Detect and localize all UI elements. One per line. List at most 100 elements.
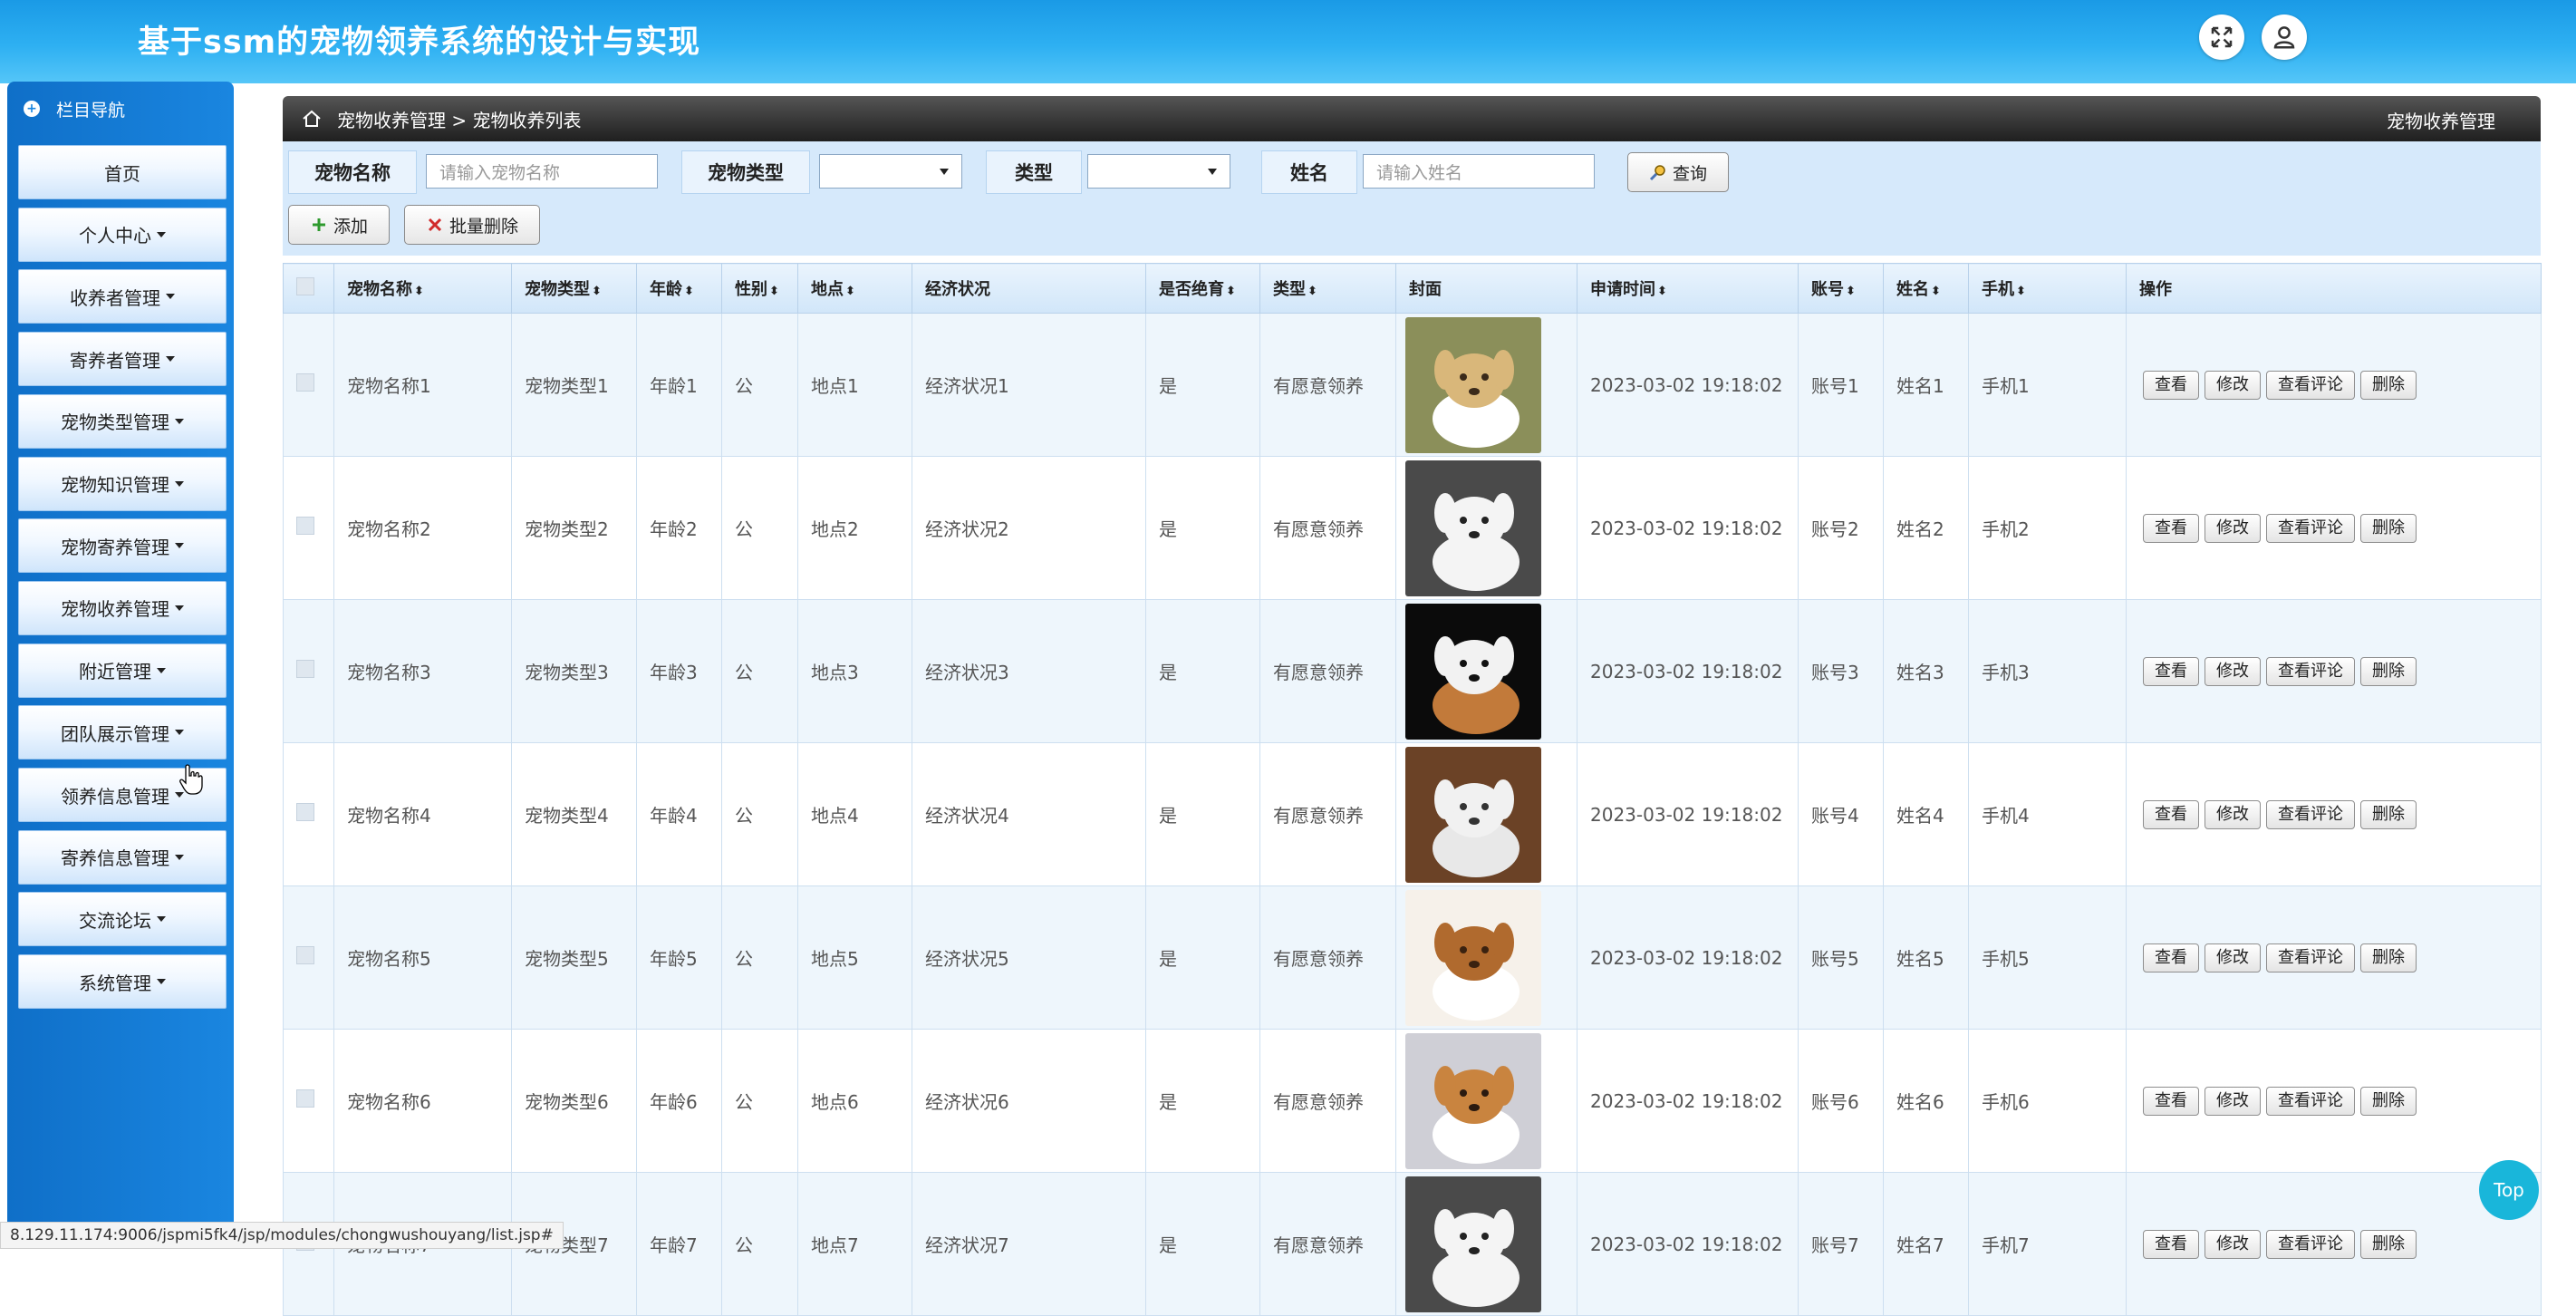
edit-button[interactable]: 修改 <box>2205 656 2261 686</box>
select-all-checkbox[interactable] <box>296 276 314 295</box>
sort-icon[interactable]: ⬍ <box>1657 285 1667 298</box>
home-icon[interactable] <box>301 108 323 130</box>
row-checkbox[interactable] <box>296 946 314 964</box>
cell-time: 2023-03-02 19:18:02 <box>1577 456 1799 600</box>
kind-select[interactable] <box>1087 154 1230 189</box>
view-button[interactable]: 查看 <box>2143 370 2199 400</box>
column-header[interactable]: 年龄 ⬍ <box>636 263 722 314</box>
view-comments-button[interactable]: 查看评论 <box>2266 656 2355 686</box>
view-button[interactable]: 查看 <box>2143 513 2199 543</box>
view-button[interactable]: 查看 <box>2143 1229 2199 1259</box>
pet-cover-image <box>1405 1176 1541 1312</box>
breadcrumb: 宠物收养管理 > 宠物收养列表 宠物收养管理 <box>283 96 2541 141</box>
edit-button[interactable]: 修改 <box>2205 1229 2261 1259</box>
sidebar-item-13[interactable]: 系统管理 <box>18 954 227 1010</box>
sidebar-item-2[interactable]: 收养者管理 <box>18 269 227 324</box>
sidebar-item-1[interactable]: 个人中心 <box>18 207 227 262</box>
column-header[interactable]: 宠物类型 ⬍ <box>511 263 637 314</box>
row-checkbox-cell[interactable] <box>283 313 334 457</box>
view-button[interactable]: 查看 <box>2143 656 2199 686</box>
column-header-label: 封面 <box>1409 280 1442 299</box>
sidebar-item-5[interactable]: 宠物知识管理 <box>18 456 227 511</box>
cell-kind: 有愿意领养 <box>1259 313 1396 457</box>
query-button[interactable]: 查询 <box>1627 152 1729 192</box>
sort-icon[interactable]: ⬍ <box>845 285 855 298</box>
edit-button[interactable]: 修改 <box>2205 1086 2261 1116</box>
column-header[interactable]: 类型 ⬍ <box>1259 263 1396 314</box>
delete-button[interactable]: 删除 <box>2360 943 2417 972</box>
sidebar-item-12[interactable]: 交流论坛 <box>18 892 227 947</box>
batch-delete-button[interactable]: 批量删除 <box>404 205 540 245</box>
edit-button[interactable]: 修改 <box>2205 943 2261 972</box>
sidebar-item-8[interactable]: 附近管理 <box>18 643 227 698</box>
sort-icon[interactable]: ⬍ <box>1307 285 1317 298</box>
delete-button[interactable]: 删除 <box>2360 656 2417 686</box>
view-comments-button[interactable]: 查看评论 <box>2266 1229 2355 1259</box>
row-checkbox[interactable] <box>296 803 314 821</box>
add-button[interactable]: 添加 <box>288 205 390 245</box>
column-header-label: 宠物类型 <box>525 280 590 299</box>
column-header[interactable]: 性别 ⬍ <box>721 263 798 314</box>
row-checkbox-cell[interactable] <box>283 885 334 1030</box>
cell-cover <box>1395 1029 1577 1173</box>
view-comments-button[interactable]: 查看评论 <box>2266 943 2355 972</box>
sort-icon[interactable]: ⬍ <box>684 285 694 298</box>
sidebar-item-6[interactable]: 宠物寄养管理 <box>18 518 227 574</box>
person-name-input[interactable]: 请输入姓名 <box>1363 154 1595 189</box>
view-button[interactable]: 查看 <box>2143 1086 2199 1116</box>
row-checkbox[interactable] <box>296 517 314 535</box>
column-header[interactable]: 地点 ⬍ <box>797 263 912 314</box>
cell-age: 年龄3 <box>636 599 722 743</box>
back-to-top-button[interactable]: Top <box>2479 1160 2539 1220</box>
column-header[interactable]: 账号 ⬍ <box>1798 263 1884 314</box>
select-all-checkbox-cell[interactable] <box>283 263 334 314</box>
edit-button[interactable]: 修改 <box>2205 513 2261 543</box>
sort-icon[interactable]: ⬍ <box>592 285 602 298</box>
pet-name-input[interactable]: 请输入宠物名称 <box>426 154 658 189</box>
app-header: 基于ssm的宠物领养系统的设计与实现 <box>0 0 2576 83</box>
view-comments-button[interactable]: 查看评论 <box>2266 370 2355 400</box>
delete-button[interactable]: 删除 <box>2360 1229 2417 1259</box>
sort-icon[interactable]: ⬍ <box>1931 285 1941 298</box>
sidebar-item-11[interactable]: 寄养信息管理 <box>18 829 227 885</box>
fullscreen-button[interactable] <box>2199 15 2244 60</box>
pet-type-select[interactable] <box>819 154 962 189</box>
sort-icon[interactable]: ⬍ <box>2016 285 2026 298</box>
row-checkbox-cell[interactable] <box>283 599 334 743</box>
delete-button[interactable]: 删除 <box>2360 370 2417 400</box>
edit-button[interactable]: 修改 <box>2205 799 2261 829</box>
view-comments-button[interactable]: 查看评论 <box>2266 513 2355 543</box>
cell-cover <box>1395 599 1577 743</box>
view-comments-button[interactable]: 查看评论 <box>2266 1086 2355 1116</box>
sort-icon[interactable]: ⬍ <box>1226 285 1236 298</box>
view-button[interactable]: 查看 <box>2143 943 2199 972</box>
column-header[interactable]: 申请时间 ⬍ <box>1577 263 1799 314</box>
column-header[interactable]: 是否绝育 ⬍ <box>1145 263 1260 314</box>
sidebar-item-9[interactable]: 团队展示管理 <box>18 705 227 760</box>
row-checkbox[interactable] <box>296 1089 314 1108</box>
cell-phone: 手机6 <box>1968 1029 2127 1173</box>
delete-button[interactable]: 删除 <box>2360 1086 2417 1116</box>
user-button[interactable] <box>2262 15 2307 60</box>
sort-icon[interactable]: ⬍ <box>1846 285 1856 298</box>
delete-button[interactable]: 删除 <box>2360 799 2417 829</box>
row-checkbox-cell[interactable] <box>283 1029 334 1173</box>
cell-name: 宠物名称1 <box>333 313 512 457</box>
column-header[interactable]: 手机 ⬍ <box>1968 263 2127 314</box>
row-checkbox[interactable] <box>296 660 314 678</box>
sidebar-item-3[interactable]: 寄养者管理 <box>18 332 227 387</box>
column-header[interactable]: 姓名 ⬍ <box>1883 263 1969 314</box>
sidebar-item-7[interactable]: 宠物收养管理 <box>18 580 227 635</box>
row-checkbox-cell[interactable] <box>283 456 334 600</box>
sort-icon[interactable]: ⬍ <box>414 285 424 298</box>
column-header[interactable]: 宠物名称 ⬍ <box>333 263 512 314</box>
sidebar-item-0[interactable]: 首页 <box>18 145 227 199</box>
view-button[interactable]: 查看 <box>2143 799 2199 829</box>
row-checkbox-cell[interactable] <box>283 742 334 886</box>
edit-button[interactable]: 修改 <box>2205 370 2261 400</box>
view-comments-button[interactable]: 查看评论 <box>2266 799 2355 829</box>
delete-button[interactable]: 删除 <box>2360 513 2417 543</box>
sort-icon[interactable]: ⬍ <box>769 285 779 298</box>
row-checkbox[interactable] <box>296 373 314 392</box>
sidebar-item-4[interactable]: 宠物类型管理 <box>18 393 227 449</box>
